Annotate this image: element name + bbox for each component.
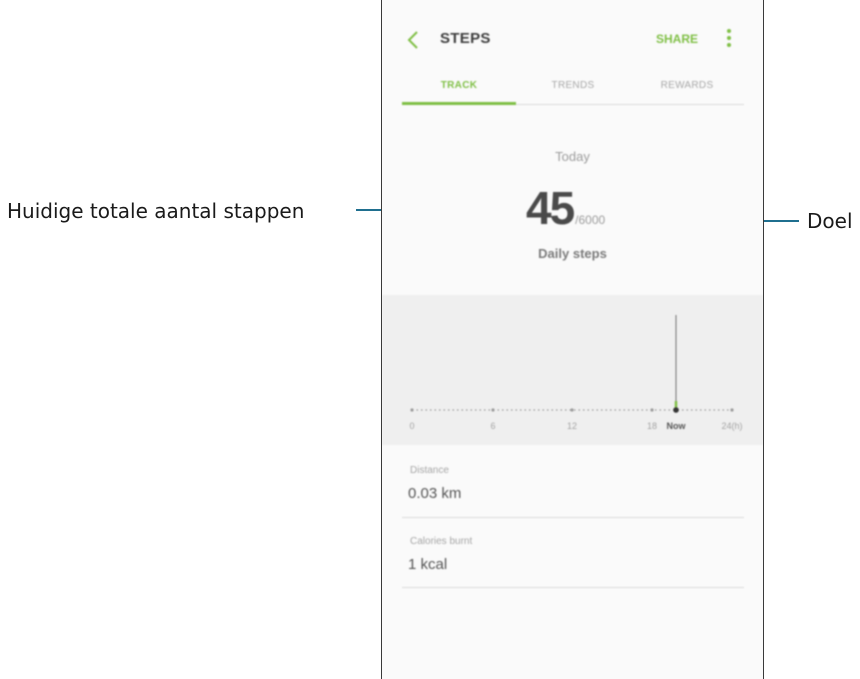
callout-goal: Doel — [807, 209, 853, 233]
steps-summary: 45/6000 — [526, 181, 605, 235]
calories-stat: Calories burnt 1 kcal — [402, 526, 744, 588]
x-label-now: Now — [667, 421, 687, 431]
tick-12 — [570, 408, 574, 412]
x-label-0: 0 — [409, 421, 414, 431]
date-label: Today — [555, 149, 590, 164]
distance-value: 0.03 km — [408, 485, 462, 502]
timeline-svg: 0 6 12 18 Now 24(h) — [409, 315, 743, 431]
back-arrow-icon[interactable] — [404, 28, 424, 52]
x-label-18: 18 — [647, 421, 657, 431]
current-steps-count: 45 — [526, 182, 575, 234]
page-title: STEPS — [440, 30, 491, 47]
calories-value: 1 kcal — [408, 556, 448, 573]
share-button[interactable]: SHARE — [656, 32, 698, 46]
tick-24 — [730, 408, 734, 412]
x-label-6: 6 — [490, 421, 495, 431]
tab-rewards[interactable]: REWARDS — [630, 68, 744, 104]
tab-trends[interactable]: TRENDS — [516, 68, 630, 104]
now-marker-dot — [673, 407, 679, 413]
steps-goal: /6000 — [575, 213, 606, 227]
distance-label: Distance — [410, 465, 449, 476]
tick-6 — [491, 408, 495, 412]
more-options-icon[interactable] — [726, 29, 732, 49]
x-label-12: 12 — [567, 421, 577, 431]
callout-current-steps: Huidige totale aantal stappen — [7, 199, 305, 223]
phone-screen: STEPS SHARE TRACK TRENDS REWARDS Today 4… — [381, 0, 764, 679]
steps-timeline-graph: 0 6 12 18 Now 24(h) — [382, 295, 763, 445]
daily-steps-caption: Daily steps — [538, 246, 607, 261]
calories-label: Calories burnt — [410, 536, 473, 547]
tick-0 — [410, 408, 414, 412]
tab-bar: TRACK TRENDS REWARDS — [402, 68, 744, 105]
x-label-24h: 24(h) — [721, 421, 742, 431]
tick-18 — [650, 408, 654, 412]
distance-stat: Distance 0.03 km — [402, 455, 744, 518]
tab-track[interactable]: TRACK — [402, 68, 516, 105]
